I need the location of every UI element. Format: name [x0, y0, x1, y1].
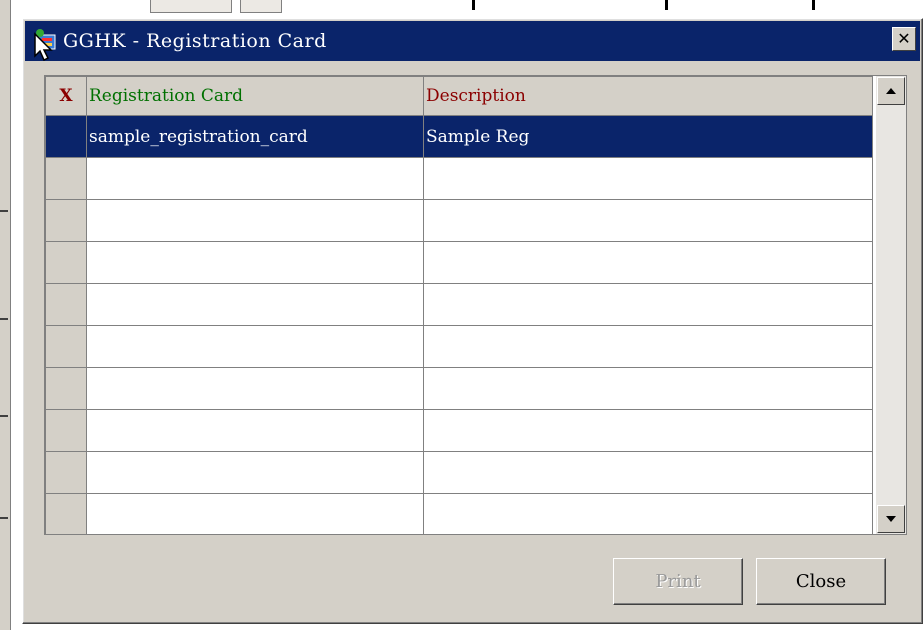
background-tab [150, 0, 232, 13]
cell-registration-card[interactable] [86, 409, 424, 452]
mouse-pointer-icon [34, 32, 53, 62]
cell-registration-card[interactable] [86, 451, 424, 494]
table-row[interactable] [45, 283, 873, 326]
cell-registration-card[interactable] [86, 325, 424, 368]
table-row[interactable] [45, 325, 873, 368]
column-header-x[interactable]: X [45, 76, 87, 116]
title-close-button[interactable]: ✕ [892, 27, 916, 51]
registration-card-grid[interactable]: X Registration Card Description sample_r… [44, 75, 878, 535]
grid-header-row: X Registration Card Description [45, 76, 873, 116]
app-icon [31, 26, 61, 62]
table-row[interactable] [45, 451, 873, 494]
cell-description[interactable] [423, 199, 873, 242]
table-row[interactable]: sample_registration_card Sample Reg [45, 115, 873, 158]
background-window-top [10, 0, 923, 16]
cell-registration-card[interactable]: sample_registration_card [86, 115, 424, 158]
cell-description[interactable]: Sample Reg [423, 115, 873, 158]
background-tick [812, 0, 815, 10]
scroll-down-arrow-icon [886, 516, 896, 522]
scroll-up-arrow-icon [886, 88, 896, 94]
row-selector[interactable] [45, 451, 87, 494]
cell-registration-card[interactable] [86, 367, 424, 410]
cell-registration-card[interactable] [86, 241, 424, 284]
dialog-title: GGHK - Registration Card [63, 30, 327, 52]
cell-description[interactable] [423, 325, 873, 368]
background-mark [0, 210, 8, 212]
table-row[interactable] [45, 367, 873, 410]
grid-vertical-scrollbar[interactable] [876, 75, 907, 535]
row-selector[interactable] [45, 199, 87, 242]
scrollbar-track[interactable] [877, 106, 905, 504]
row-selector[interactable] [45, 409, 87, 452]
dialog-titlebar[interactable]: GGHK - Registration Card ✕ [25, 21, 920, 62]
table-row[interactable] [45, 493, 873, 534]
background-tab [240, 0, 282, 13]
cell-description[interactable] [423, 241, 873, 284]
column-header-description[interactable]: Description [423, 76, 873, 116]
table-row[interactable] [45, 199, 873, 242]
row-selector[interactable] [45, 115, 87, 158]
registration-card-dialog: GGHK - Registration Card ✕ X Registratio… [22, 18, 923, 624]
background-mark [0, 318, 8, 320]
row-selector[interactable] [45, 493, 87, 534]
column-header-registration-card[interactable]: Registration Card [86, 76, 424, 116]
cell-description[interactable] [423, 409, 873, 452]
background-mark [0, 517, 8, 519]
scroll-down-button[interactable] [877, 505, 905, 533]
close-button-label: Close [795, 571, 847, 592]
cell-description[interactable] [423, 493, 873, 534]
background-window-left [0, 0, 11, 630]
row-selector[interactable] [45, 325, 87, 368]
cell-registration-card[interactable] [86, 199, 424, 242]
close-icon: ✕ [897, 29, 911, 48]
background-mark [0, 415, 8, 417]
close-button[interactable]: Close [756, 558, 886, 605]
table-row[interactable] [45, 409, 873, 452]
cell-description[interactable] [423, 367, 873, 410]
cell-registration-card[interactable] [86, 283, 424, 326]
cell-description[interactable] [423, 283, 873, 326]
background-tick [472, 0, 475, 10]
cell-description[interactable] [423, 451, 873, 494]
cell-registration-card[interactable] [86, 493, 424, 534]
background-tick [665, 0, 668, 10]
row-selector[interactable] [45, 283, 87, 326]
print-button[interactable]: Print [613, 558, 743, 605]
cell-description[interactable] [423, 157, 873, 200]
scroll-up-button[interactable] [877, 77, 905, 105]
row-selector[interactable] [45, 367, 87, 410]
table-row[interactable] [45, 241, 873, 284]
print-button-label: Print [655, 571, 701, 592]
table-row[interactable] [45, 157, 873, 200]
row-selector[interactable] [45, 157, 87, 200]
row-selector[interactable] [45, 241, 87, 284]
cell-registration-card[interactable] [86, 157, 424, 200]
